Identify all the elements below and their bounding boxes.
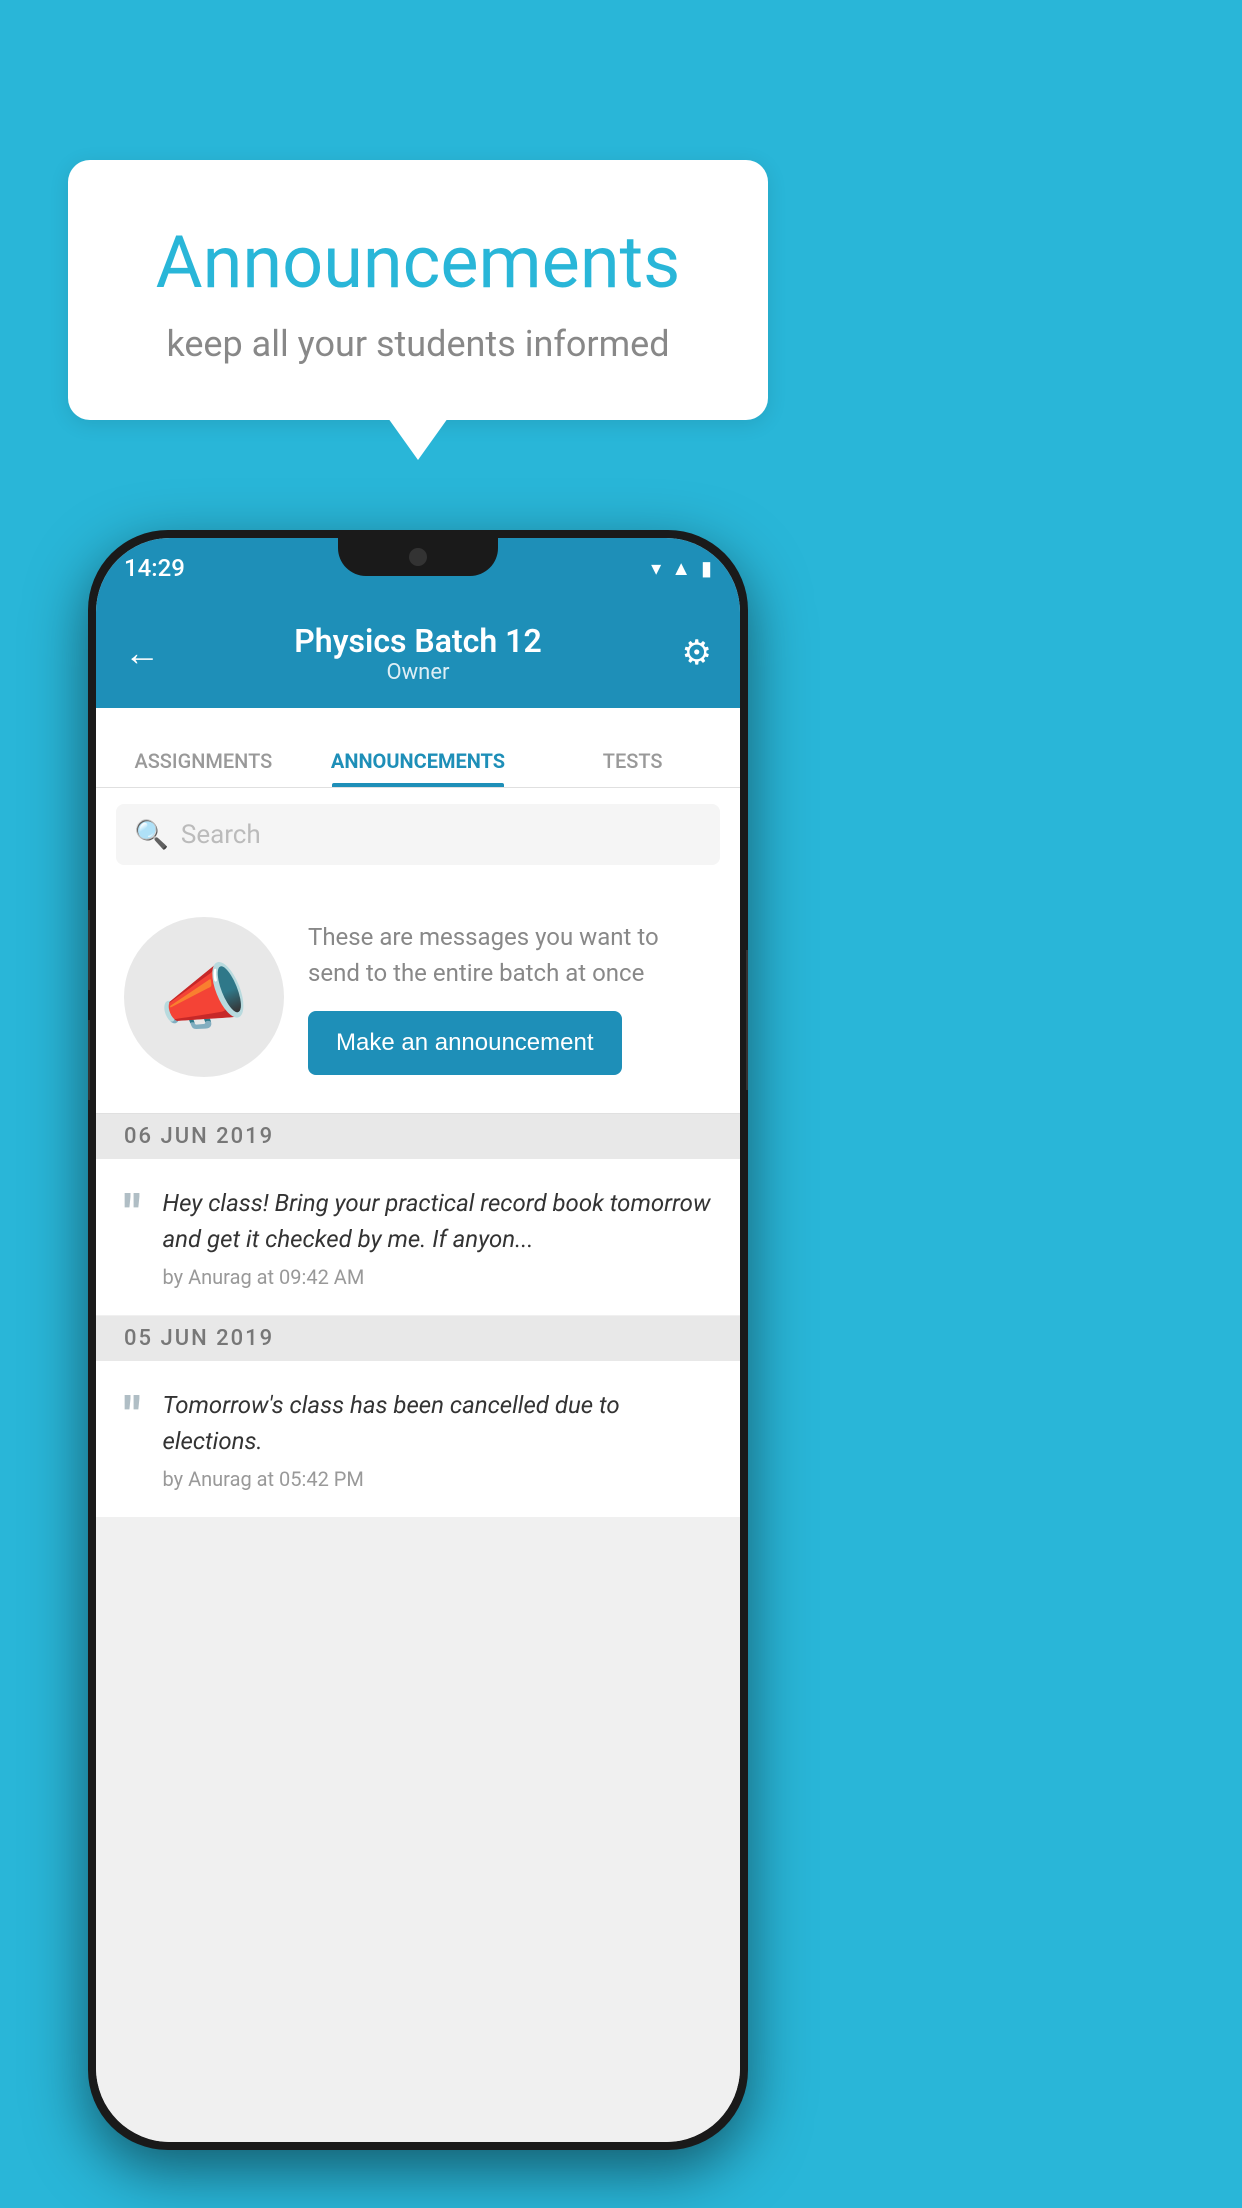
tab-announcements[interactable]: ANNOUNCEMENTS	[311, 749, 526, 787]
promo-card: 📣 These are messages you want to send to…	[96, 881, 740, 1114]
announcement-meta-2: by Anurag at 05:42 PM	[163, 1467, 712, 1491]
search-bar[interactable]: 🔍 Search	[116, 804, 720, 865]
promo-description: These are messages you want to send to t…	[308, 919, 712, 991]
promo-icon-circle: 📣	[124, 917, 284, 1077]
announcement-item-1[interactable]: " Hey class! Bring your practical record…	[96, 1159, 740, 1316]
phone-frame: 14:29 ▾ ▲ ▮ ← Physics Batch 12 Owner ⚙ A…	[88, 530, 748, 2150]
speech-bubble-title: Announcements	[118, 220, 718, 305]
settings-icon[interactable]: ⚙	[662, 633, 712, 673]
battery-icon: ▮	[701, 556, 712, 580]
volume-up-button[interactable]	[88, 910, 90, 990]
tab-tests[interactable]: TESTS	[525, 749, 740, 787]
announcement-body-2: Tomorrow's class has been cancelled due …	[163, 1387, 712, 1459]
app-bar-title: Physics Batch 12	[174, 622, 662, 660]
front-camera	[409, 548, 427, 566]
search-icon: 🔍	[134, 818, 169, 851]
quote-icon-1: "	[124, 1189, 141, 1241]
signal-icon: ▲	[671, 556, 691, 581]
power-button[interactable]	[746, 950, 748, 1090]
date-separator-jun6: 06 JUN 2019	[96, 1114, 740, 1159]
tab-assignments[interactable]: ASSIGNMENTS	[96, 749, 311, 787]
app-bar-title-container: Physics Batch 12 Owner	[174, 622, 662, 685]
phone-screen: 14:29 ▾ ▲ ▮ ← Physics Batch 12 Owner ⚙ A…	[96, 538, 740, 2142]
status-icons: ▾ ▲ ▮	[651, 556, 712, 581]
app-bar-subtitle: Owner	[174, 660, 662, 685]
status-time: 14:29	[124, 554, 185, 582]
tab-bar: ASSIGNMENTS ANNOUNCEMENTS TESTS	[96, 708, 740, 788]
announcement-text-1: Hey class! Bring your practical record b…	[163, 1185, 712, 1289]
volume-down-button[interactable]	[88, 1020, 90, 1100]
speech-bubble-subtitle: keep all your students informed	[118, 323, 718, 365]
date-separator-jun5: 05 JUN 2019	[96, 1316, 740, 1361]
search-placeholder: Search	[181, 820, 261, 850]
make-announcement-button[interactable]: Make an announcement	[308, 1011, 622, 1075]
content-area: 🔍 Search 📣 These are messages you want t…	[96, 788, 740, 2142]
app-bar: ← Physics Batch 12 Owner ⚙	[96, 598, 740, 708]
announcement-body-1: Hey class! Bring your practical record b…	[163, 1185, 712, 1257]
search-container: 🔍 Search	[96, 788, 740, 881]
notch	[338, 538, 498, 576]
announcement-text-2: Tomorrow's class has been cancelled due …	[163, 1387, 712, 1491]
back-button[interactable]: ←	[124, 632, 174, 674]
wifi-icon: ▾	[651, 556, 661, 580]
speech-bubble-container: Announcements keep all your students inf…	[68, 160, 768, 420]
quote-icon-2: "	[124, 1391, 141, 1443]
announcement-item-2[interactable]: " Tomorrow's class has been cancelled du…	[96, 1361, 740, 1518]
speech-bubble: Announcements keep all your students inf…	[68, 160, 768, 420]
megaphone-icon: 📣	[159, 955, 249, 1040]
announcement-meta-1: by Anurag at 09:42 AM	[163, 1265, 712, 1289]
promo-text-area: These are messages you want to send to t…	[308, 919, 712, 1075]
